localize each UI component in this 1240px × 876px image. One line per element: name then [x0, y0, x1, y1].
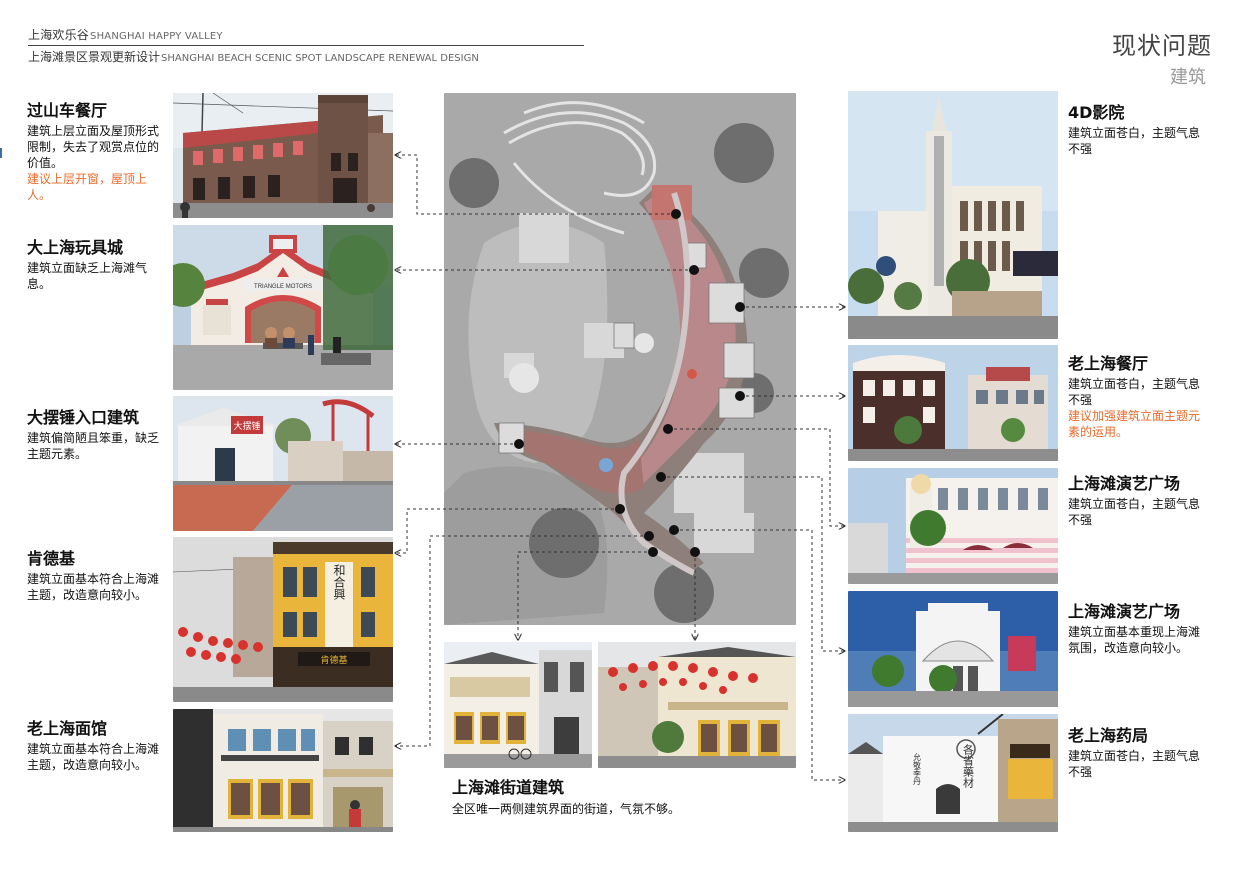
label-old-shanghai-restaurant: 老上海餐厅 建筑立面苍白，主题气息不强 建议加强建筑立面主题元素的运用。: [1068, 350, 1208, 440]
label-desc: 建筑立面苍白，主题气息不强: [1068, 126, 1201, 156]
sign-kfc-shop: 肯德基: [320, 654, 347, 666]
photo-roller-coaster-restaurant: [173, 93, 393, 218]
label-desc: 建筑立面缺乏上海滩气息。: [27, 261, 148, 291]
project-subtitle-en: SHANGHAI BEACH SCENIC SPOT LANDSCAPE REN…: [161, 53, 479, 64]
project-subtitle-cn: 上海滩景区景观更新设计: [28, 50, 161, 64]
photo-old-shanghai-restaurant: [848, 345, 1058, 461]
label-performance-plaza-2: 上海滩演艺广场 建筑立面基本重现上海滩氛围，改造意向较小。: [1068, 598, 1208, 656]
label-suggestion: 建议上层开窗，屋顶上人。: [27, 172, 148, 202]
label-title: 4D影院: [1068, 103, 1125, 122]
label-desc: 建筑上层立面及屋顶形式限制，失去了观赏点位的价值。: [27, 124, 160, 170]
photo-kfc: 和合興 肯德基: [173, 537, 393, 702]
label-desc: 建筑立面基本符合上海滩主题，改造意向较小。: [27, 742, 160, 772]
project-subtitle: 上海滩景区景观更新设计SHANGHAI BEACH SCENIC SPOT LA…: [28, 48, 588, 65]
label-street-buildings: 上海滩街道建筑 全区唯一两侧建筑界面的街道，气氛不够。: [452, 774, 680, 817]
label-title: 上海滩演艺广场: [1068, 602, 1181, 621]
label-performance-plaza-1: 上海滩演艺广场 建筑立面苍白，主题气息不强: [1068, 470, 1208, 528]
page-title: 现状问题: [1112, 32, 1212, 60]
photo-performance-plaza-2: [848, 591, 1058, 707]
label-title: 过山车餐厅: [27, 101, 108, 120]
project-name-cn: 上海欢乐谷: [28, 28, 90, 42]
sign-pendulum: 大摆锤: [233, 420, 260, 432]
label-noodle-shop: 老上海面馆 建筑立面基本符合上海滩主题，改造意向较小。: [27, 715, 167, 773]
page-subtitle: 建筑: [1170, 67, 1206, 88]
label-roller-coaster-restaurant: 过山车餐厅 建筑上层立面及屋顶形式限制，失去了观赏点位的价值。 建议上层开窗，屋…: [27, 97, 167, 203]
label-desc: 建筑立面苍白，主题气息不强: [1068, 749, 1201, 779]
label-title: 肯德基: [27, 549, 76, 568]
header: 上海欢乐谷SHANGHAI HAPPY VALLEY 上海滩景区景观更新设计SH…: [28, 26, 588, 65]
photo-noodle-shop: [173, 709, 393, 832]
aerial-site-map: [444, 93, 796, 625]
label-title: 老上海药局: [1068, 726, 1149, 745]
project-name: 上海欢乐谷SHANGHAI HAPPY VALLEY: [28, 26, 588, 43]
label-4d-cinema: 4D影院 建筑立面苍白，主题气息不强: [1068, 99, 1208, 157]
label-kfc: 肯德基 建筑立面基本符合上海滩主题，改造意向较小。: [27, 545, 167, 603]
label-toy-city: 大上海玩具城 建筑立面缺乏上海滩气息。: [27, 234, 167, 292]
photo-street-right: [598, 642, 796, 768]
edge-marker: [0, 148, 2, 158]
label-title: 大上海玩具城: [27, 238, 124, 257]
label-desc: 全区唯一两侧建筑界面的街道，气氛不够。: [452, 802, 681, 816]
page-heading: 现状问题 建筑: [1112, 26, 1212, 89]
photo-pharmacy: 允敬季丹 各省藥材: [848, 714, 1058, 832]
label-pharmacy: 老上海药局 建筑立面苍白，主题气息不强: [1068, 722, 1208, 780]
photo-toy-city: TRIANGLE MOTORS: [173, 225, 393, 390]
label-desc: 建筑偏简陋且笨重，缺乏主题元素。: [27, 431, 160, 461]
label-pendulum-entrance: 大摆锤入口建筑 建筑偏简陋且笨重，缺乏主题元素。: [27, 404, 167, 462]
header-divider: [28, 45, 584, 46]
label-title: 老上海面馆: [27, 719, 108, 738]
label-title: 上海滩演艺广场: [1068, 474, 1181, 493]
sign-pharmacy-right: 各省藥材: [962, 743, 975, 788]
sign-toy-city: TRIANGLE MOTORS: [254, 284, 312, 290]
label-title: 老上海餐厅: [1068, 354, 1149, 373]
label-suggestion: 建议加强建筑立面主题元素的运用。: [1068, 409, 1201, 439]
label-title: 上海滩街道建筑: [452, 778, 565, 797]
photo-street-left: [444, 642, 592, 768]
sign-pharmacy-left: 允敬季丹: [913, 752, 922, 786]
photo-performance-plaza-1: [848, 468, 1058, 584]
photo-pendulum-entrance: 大摆锤: [173, 396, 393, 531]
sign-kfc-vertical: 和合興: [332, 564, 346, 600]
project-name-en: SHANGHAI HAPPY VALLEY: [90, 31, 223, 42]
label-title: 大摆锤入口建筑: [27, 408, 140, 427]
label-desc: 建筑立面苍白，主题气息不强: [1068, 497, 1201, 527]
label-desc: 建筑立面基本符合上海滩主题，改造意向较小。: [27, 572, 160, 602]
label-desc: 建筑立面苍白，主题气息不强: [1068, 377, 1201, 407]
photo-4d-cinema: [848, 91, 1058, 339]
label-desc: 建筑立面基本重现上海滩氛围，改造意向较小。: [1068, 625, 1201, 655]
